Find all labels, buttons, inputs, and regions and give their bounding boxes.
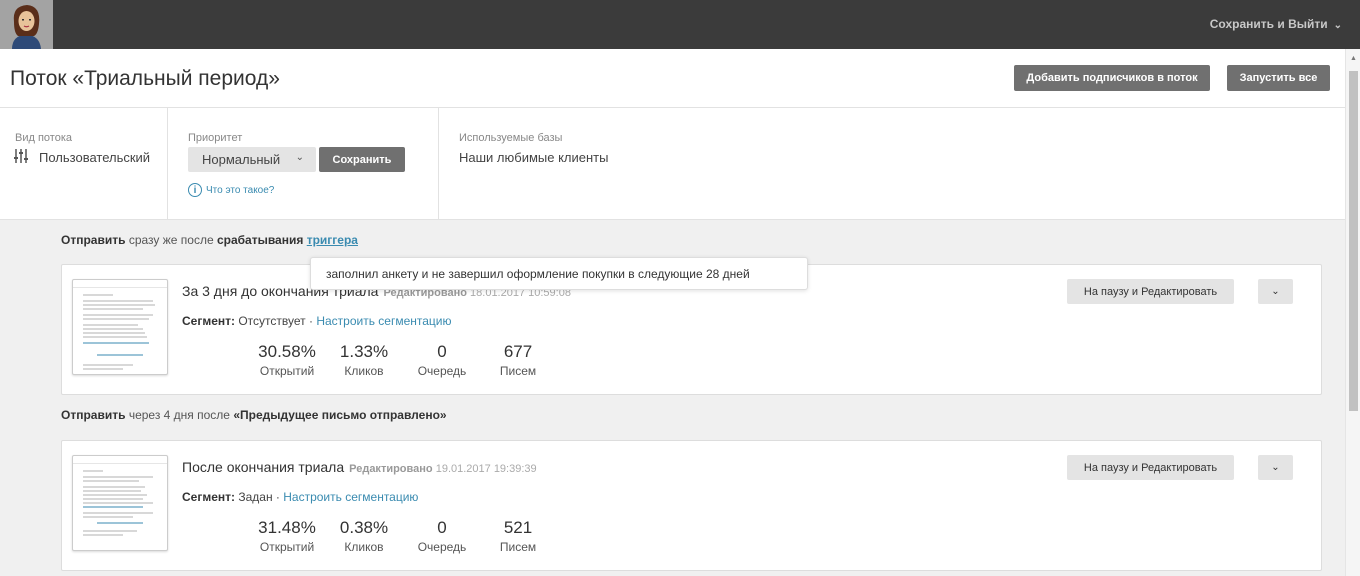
edited-label: Редактировано	[349, 463, 433, 475]
sliders-icon	[14, 149, 28, 168]
email-card: После окончания триала Редактировано 19.0…	[61, 440, 1322, 571]
segment-info: Сегмент: Задан · Настроить сегментацию	[182, 490, 418, 504]
avatar[interactable]	[0, 0, 53, 49]
stat-value: 0	[437, 342, 447, 361]
send-condition-1: Отправить сразу же после срабатывания тр…	[61, 233, 358, 247]
priority-selected-value: Нормальный	[202, 152, 281, 167]
page-title: Поток «Триальный период»	[10, 67, 280, 90]
stat-label: Кликов	[344, 540, 384, 554]
add-subscribers-button[interactable]: Добавить подписчиков в поток	[1014, 65, 1210, 91]
stat-queue: 0 Очередь	[412, 342, 472, 378]
email-title-text: После окончания триала	[182, 459, 345, 475]
stat-label: Очередь	[417, 364, 467, 378]
stat-value: 1.33%	[339, 342, 389, 361]
bases-value: Наши любимые клиенты	[459, 150, 609, 165]
segment-value: Задан ·	[235, 490, 284, 504]
stat-value: 0	[437, 518, 447, 537]
page-header: Поток «Триальный период» Добавить подпис…	[0, 49, 1345, 108]
condition-keyword: «Предыдущее письмо отправлено»	[233, 408, 447, 422]
stat-value: 31.48%	[258, 518, 316, 537]
column-divider	[438, 108, 439, 219]
stat-label: Кликов	[344, 364, 384, 378]
chevron-down-icon[interactable]: ⌄	[1258, 279, 1293, 304]
segment-value: Отсутствует ·	[235, 314, 317, 328]
save-priority-button[interactable]: Сохранить	[319, 147, 405, 172]
condition-keyword: Отправить	[61, 233, 126, 247]
stat-label: Очередь	[417, 540, 467, 554]
help-link-text: Что это такое?	[206, 184, 275, 196]
stat-label: Писем	[499, 364, 537, 378]
stat-queue: 0 Очередь	[412, 518, 472, 554]
segment-info: Сегмент: Отсутствует · Настроить сегмент…	[182, 314, 452, 328]
email-preview-thumbnail[interactable]	[72, 455, 168, 551]
stat-opens: 30.58% Открытий	[254, 342, 320, 378]
start-all-button[interactable]: Запустить все	[1227, 65, 1330, 91]
condition-text: сразу же после	[125, 233, 217, 247]
condition-keyword: Отправить	[61, 408, 126, 422]
pause-and-edit-button[interactable]: На паузу и Редактировать	[1067, 455, 1234, 480]
configure-segmentation-link[interactable]: Настроить сегментацию	[283, 490, 418, 504]
chevron-down-icon: ⌄	[295, 152, 304, 163]
stat-opens: 31.48% Открытий	[254, 518, 320, 554]
stat-value: 677	[503, 342, 533, 361]
trigger-link[interactable]: триггера	[307, 233, 358, 247]
save-and-exit-menu[interactable]: Сохранить и Выйти ⌄	[1210, 17, 1342, 31]
stat-clicks: 1.33% Кликов	[334, 342, 394, 378]
stat-value: 30.58%	[258, 342, 316, 361]
email-preview-thumbnail[interactable]	[72, 279, 168, 375]
stat-value: 521	[503, 518, 533, 537]
stat-emails: 677 Писем	[488, 342, 548, 378]
stat-label: Писем	[499, 540, 537, 554]
stat-label: Открытий	[259, 540, 315, 554]
vertical-scrollbar[interactable]: ▲	[1345, 49, 1360, 576]
user-avatar-icon	[0, 0, 53, 49]
stat-emails: 521 Писем	[488, 518, 548, 554]
chevron-down-icon: ⌄	[1333, 20, 1342, 31]
condition-text: через 4 дня после	[125, 408, 234, 422]
scroll-up-icon[interactable]: ▲	[1350, 55, 1357, 62]
chevron-down-icon[interactable]: ⌄	[1258, 455, 1293, 480]
priority-label: Приоритет	[188, 132, 243, 144]
top-bar: Сохранить и Выйти ⌄	[0, 0, 1360, 49]
save-and-exit-label: Сохранить и Выйти	[1209, 17, 1328, 31]
stat-value: 0.38%	[339, 518, 389, 537]
flow-type-value: Пользовательский	[39, 150, 151, 165]
email-title[interactable]: После окончания триала Редактировано 19.0…	[182, 459, 537, 475]
edited-info: Редактировано 19.01.2017 19:39:39	[349, 463, 536, 475]
pause-and-edit-button[interactable]: На паузу и Редактировать	[1067, 279, 1234, 304]
scroll-thumb[interactable]	[1349, 71, 1358, 411]
priority-select[interactable]: Нормальный ⌄	[188, 147, 316, 172]
bases-label: Используемые базы	[459, 132, 563, 144]
stat-clicks: 0.38% Кликов	[334, 518, 394, 554]
flow-settings-panel: Вид потока Пользовательский Приоритет Но…	[0, 108, 1345, 220]
flow-type-label: Вид потока	[15, 132, 72, 144]
send-condition-2: Отправить через 4 дня после «Предыдущее …	[61, 408, 447, 422]
segment-label: Сегмент:	[182, 314, 236, 328]
stat-label: Открытий	[259, 364, 315, 378]
column-divider	[167, 108, 168, 219]
edited-date: 19.01.2017 19:39:39	[435, 463, 537, 475]
trigger-tooltip: заполнил анкету и не завершил оформление…	[310, 257, 808, 290]
thumbnail-header	[73, 280, 167, 288]
condition-keyword: срабатывания	[216, 233, 304, 247]
info-icon: i	[188, 183, 202, 197]
help-link[interactable]: i Что это такое?	[188, 183, 274, 197]
configure-segmentation-link[interactable]: Настроить сегментацию	[316, 314, 451, 328]
segment-label: Сегмент:	[182, 490, 236, 504]
thumbnail-header	[73, 456, 167, 464]
